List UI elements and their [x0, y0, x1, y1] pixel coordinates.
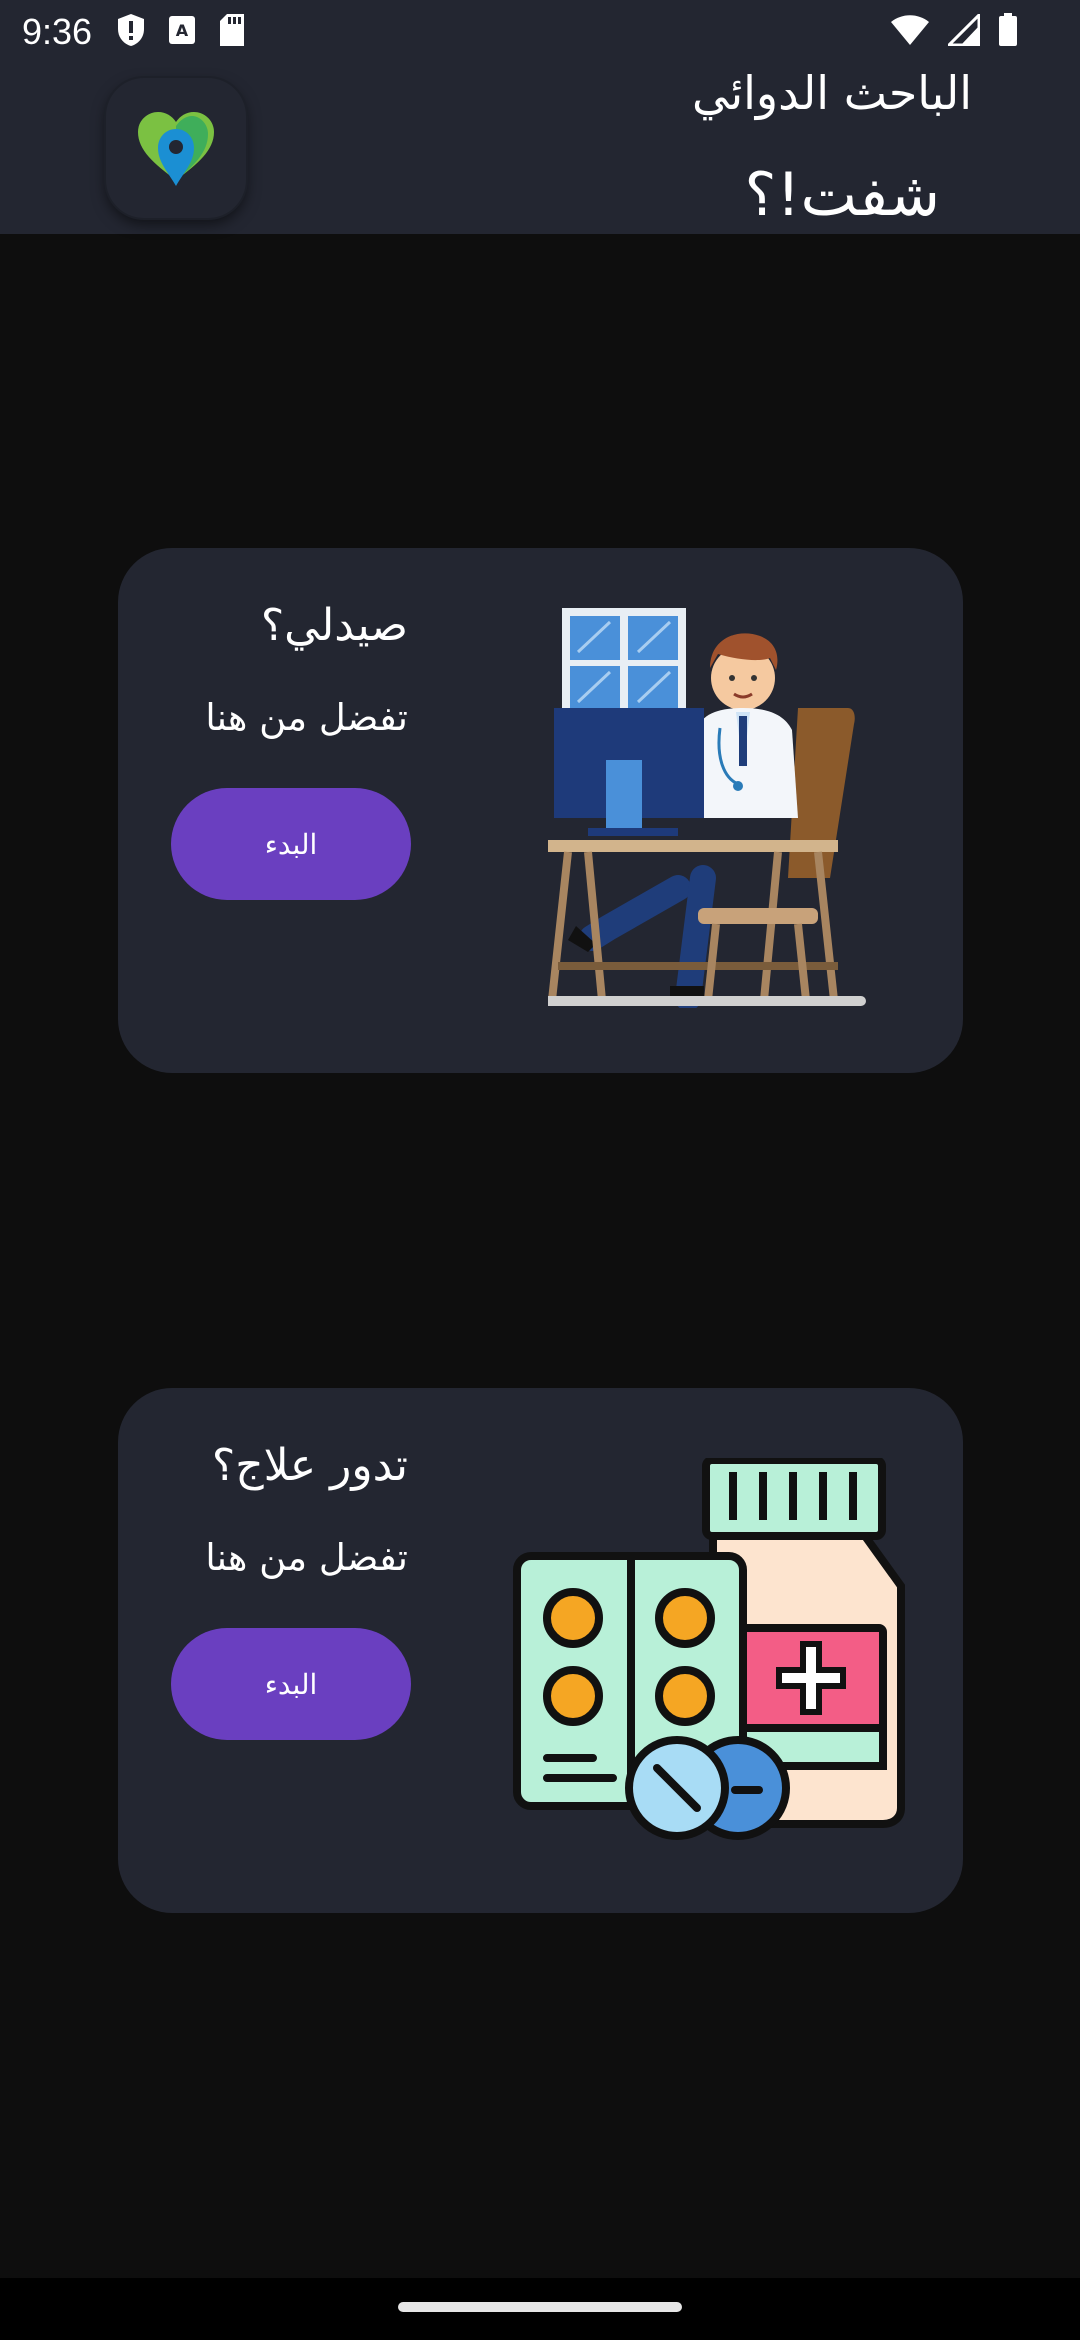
status-bar: 9:36 A	[0, 0, 1080, 64]
pharmacist-start-button[interactable]: البدء	[171, 788, 411, 900]
signal-icon	[945, 11, 981, 50]
app-header: الباحث الدوائي شفت!؟	[0, 64, 1080, 234]
medicine-search-card: تدور علاج؟ تفضل من هنا البدء	[118, 1388, 963, 1913]
card-subtitle: تفضل من هنا	[205, 1536, 408, 1579]
wifi-icon	[890, 14, 930, 50]
svg-text:A: A	[176, 21, 189, 40]
battery-icon	[998, 13, 1018, 51]
font-a-icon: A	[168, 15, 196, 49]
app-logo[interactable]	[106, 78, 246, 218]
shield-icon	[116, 13, 146, 51]
pharmacist-card: صيدلي؟ تفضل من هنا البدء	[118, 548, 963, 1073]
app-slogan: شفت!؟	[744, 160, 940, 230]
pharmacist-at-desk-illustration	[536, 608, 908, 1011]
medicine-start-button[interactable]: البدء	[171, 1628, 411, 1740]
app-name: الباحث الدوائي	[692, 66, 972, 120]
status-time: 9:36	[22, 11, 93, 52]
home-indicator[interactable]	[398, 2302, 682, 2312]
sd-card-icon	[218, 13, 246, 51]
card-title: تدور علاج؟	[211, 1440, 408, 1491]
card-subtitle: تفضل من هنا	[205, 696, 408, 739]
medicine-bottle-and-pills-illustration	[513, 1456, 933, 1858]
card-title: صيدلي؟	[260, 600, 408, 651]
location-pin-heart-icon	[138, 112, 214, 186]
